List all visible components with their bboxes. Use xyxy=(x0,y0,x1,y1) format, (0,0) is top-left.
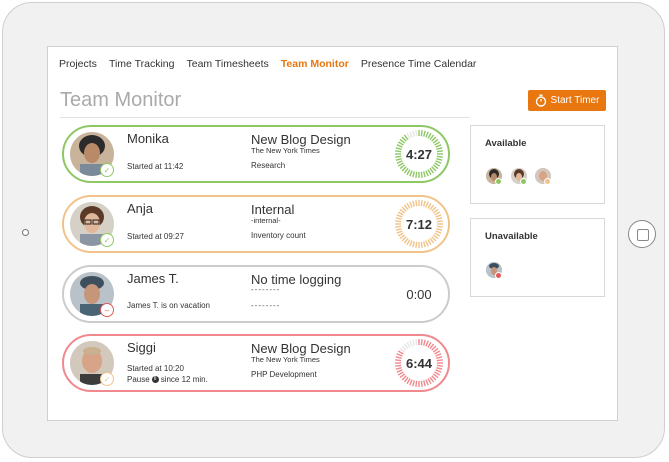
nav-team-monitor[interactable]: Team Monitor xyxy=(281,58,349,70)
tablet-frame: Projects Time Tracking Team Timesheets T… xyxy=(2,2,665,458)
page-title: Team Monitor xyxy=(60,89,182,111)
client-name: -internal- xyxy=(251,216,281,225)
member-card-monika[interactable]: ✓ Monika Started at 11:42 New Blog Desig… xyxy=(62,125,450,183)
client-name: The New York Times xyxy=(251,146,320,155)
stopwatch-icon xyxy=(535,94,546,107)
task-name: PHP Development xyxy=(251,370,317,379)
member-name: James T. xyxy=(127,271,179,286)
member-card-james[interactable]: – James T. James T. is on vacation No ti… xyxy=(62,265,450,323)
project-name: New Blog Design xyxy=(251,132,351,147)
main-nav: Projects Time Tracking Team Timesheets T… xyxy=(59,58,488,70)
title-divider xyxy=(60,117,470,118)
nav-projects[interactable]: Projects xyxy=(59,58,97,70)
check-icon: ✓ xyxy=(100,233,114,247)
pause-info: Pause II since 12 min. xyxy=(127,375,208,384)
unavailable-dot xyxy=(495,272,502,279)
pause-duration: since 12 min. xyxy=(160,375,208,384)
task-name: Research xyxy=(251,161,286,170)
camera-icon xyxy=(22,229,29,236)
member-name: Siggi xyxy=(127,340,156,355)
start-timer-label: Start Timer xyxy=(550,95,600,106)
available-dot xyxy=(520,178,527,185)
unavailable-panel: Unavailable xyxy=(470,218,605,297)
client-name: The New York Times xyxy=(251,355,320,364)
home-button[interactable] xyxy=(628,220,656,248)
start-time: Started at 10:20 xyxy=(127,364,184,373)
member-name: Monika xyxy=(127,131,169,146)
task-name: Inventory count xyxy=(251,231,306,240)
start-time: Started at 09:27 xyxy=(127,232,184,241)
client-placeholder: -------- xyxy=(251,285,281,294)
unavailable-icon: – xyxy=(100,303,114,317)
pause-circle-icon: II xyxy=(151,376,159,383)
available-title: Available xyxy=(485,138,527,149)
timer-value: 4:27 xyxy=(405,146,433,162)
nav-presence-time-calendar[interactable]: Presence Time Calendar xyxy=(361,58,477,70)
timer-value: 6:44 xyxy=(405,355,433,371)
nav-time-tracking[interactable]: Time Tracking xyxy=(109,58,175,70)
timer-value: 0:00 xyxy=(406,286,432,302)
status-text: James T. is on vacation xyxy=(127,301,211,310)
timer-value: 7:12 xyxy=(405,216,433,232)
available-dot xyxy=(495,178,502,185)
start-time: Started at 11:42 xyxy=(127,162,184,171)
pause-dot xyxy=(544,178,551,185)
member-card-siggi[interactable]: ✓ Siggi Started at 10:20 Pause II since … xyxy=(62,334,450,392)
project-name: Internal xyxy=(251,202,295,217)
nav-team-timesheets[interactable]: Team Timesheets xyxy=(186,58,268,70)
pause-label: Pause xyxy=(127,375,150,384)
pause-icon: ✓ xyxy=(100,372,114,386)
unavailable-title: Unavailable xyxy=(485,231,538,242)
task-placeholder: -------- xyxy=(251,301,281,310)
check-icon: ✓ xyxy=(100,163,114,177)
project-name: New Blog Design xyxy=(251,341,351,356)
available-panel: Available xyxy=(470,125,605,204)
member-card-anja[interactable]: ✓ Anja Started at 09:27 Internal -intern… xyxy=(62,195,450,253)
app-screen: Projects Time Tracking Team Timesheets T… xyxy=(47,46,618,421)
start-timer-button[interactable]: Start Timer xyxy=(528,90,606,111)
member-name: Anja xyxy=(127,201,154,216)
